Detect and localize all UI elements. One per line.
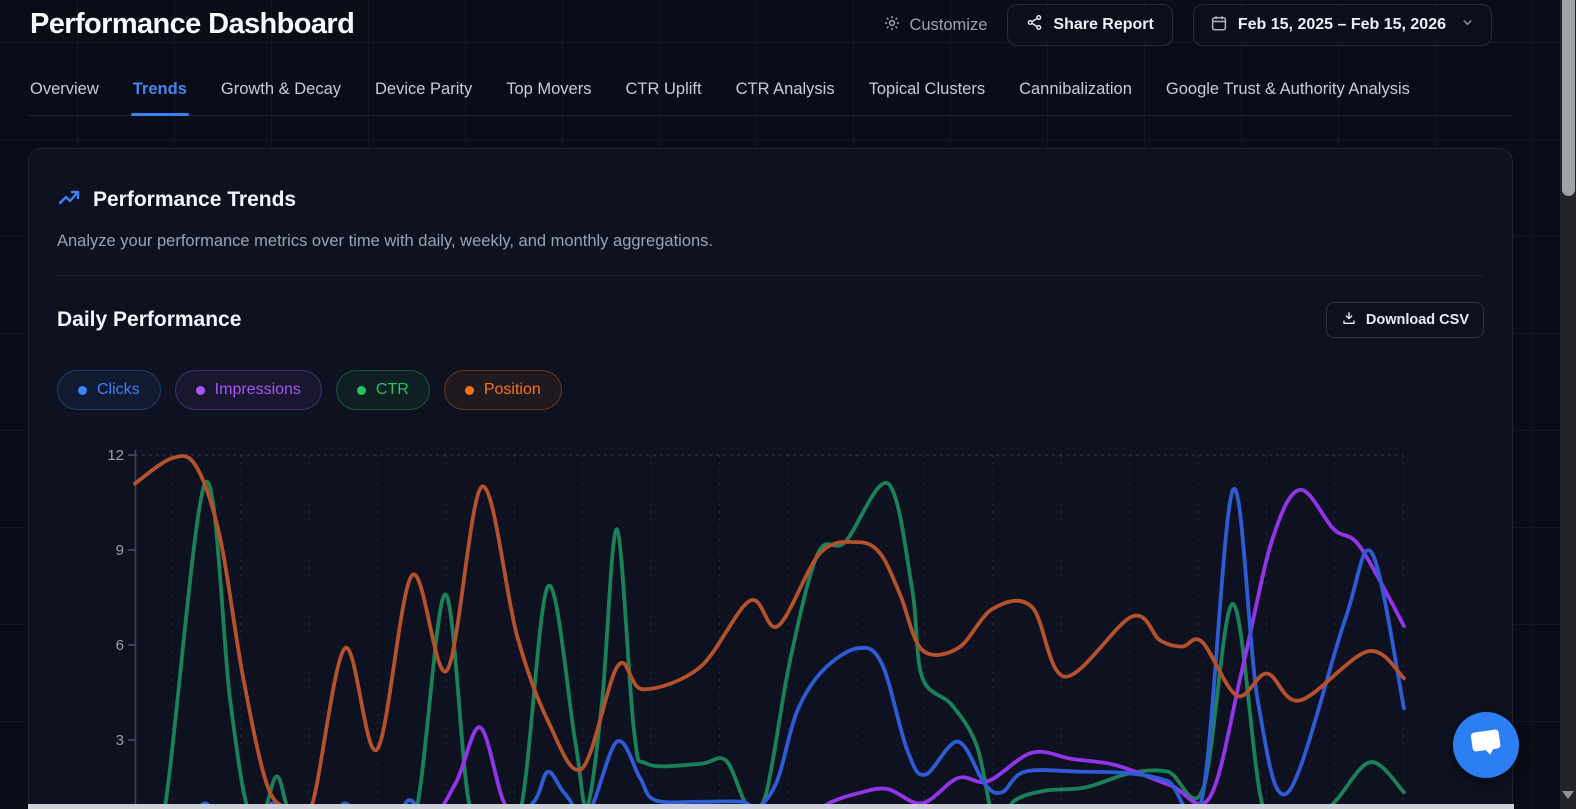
date-range-label: Feb 15, 2025 – Feb 15, 2026 bbox=[1237, 16, 1446, 33]
download-icon bbox=[1341, 310, 1357, 330]
tab-ctr-analysis[interactable]: CTR Analysis bbox=[734, 70, 837, 115]
svg-text:12: 12 bbox=[107, 447, 124, 464]
legend-pill-impressions[interactable]: Impressions bbox=[174, 370, 322, 410]
gear-icon bbox=[883, 14, 901, 37]
share-icon bbox=[1026, 14, 1043, 36]
daily-performance-header: Daily Performance Download CSV bbox=[29, 276, 1512, 338]
scrollbar-down-arrow-icon[interactable] bbox=[1562, 791, 1574, 799]
legend-label-clicks: Clicks bbox=[97, 381, 140, 398]
share-report-button[interactable]: Share Report bbox=[1007, 4, 1173, 46]
top-bar-actions: Customize Share Report Feb 15, 2025 – Fe… bbox=[883, 4, 1492, 46]
tab-bar: Overview Trends Growth & Decay Device Pa… bbox=[28, 70, 1513, 116]
svg-text:3: 3 bbox=[116, 732, 124, 749]
download-csv-label: Download CSV bbox=[1365, 312, 1469, 328]
legend-pill-ctr[interactable]: CTR bbox=[335, 370, 430, 410]
share-report-label: Share Report bbox=[1053, 16, 1154, 33]
ctr-dot-icon bbox=[356, 385, 366, 395]
tab-trends[interactable]: Trends bbox=[130, 70, 189, 116]
tab-device-parity[interactable]: Device Parity bbox=[373, 70, 474, 115]
tab-top-movers[interactable]: Top Movers bbox=[504, 70, 593, 115]
card-header: Performance Trends Analyze your performa… bbox=[29, 149, 1512, 276]
tab-google-trust-authority[interactable]: Google Trust & Authority Analysis bbox=[1164, 70, 1412, 115]
legend-pill-position[interactable]: Position bbox=[443, 370, 562, 410]
legend-label-position: Position bbox=[483, 381, 541, 398]
customize-label: Customize bbox=[909, 15, 988, 34]
scrollbar-thumb[interactable] bbox=[1561, 0, 1575, 196]
legend-pill-clicks[interactable]: Clicks bbox=[57, 370, 161, 410]
trending-up-icon bbox=[57, 185, 81, 214]
legend-label-ctr: CTR bbox=[375, 381, 409, 398]
page-title: Performance Dashboard bbox=[30, 8, 355, 40]
card-title: Performance Trends bbox=[93, 187, 297, 211]
chat-bubble-icon bbox=[1469, 728, 1503, 763]
customize-button[interactable]: Customize bbox=[883, 14, 987, 37]
tab-topical-clusters[interactable]: Topical Clusters bbox=[867, 70, 987, 115]
top-bar: Performance Dashboard Customize Share Re… bbox=[0, 0, 1560, 56]
daily-performance-chart: 12 9 6 3 bbox=[0, 445, 1513, 809]
svg-text:9: 9 bbox=[116, 542, 124, 559]
impressions-dot-icon bbox=[195, 385, 205, 395]
performance-dashboard-page: Performance Dashboard Customize Share Re… bbox=[0, 0, 1576, 809]
svg-text:6: 6 bbox=[116, 637, 124, 654]
card-subtitle: Analyze your performance metrics over ti… bbox=[57, 232, 714, 250]
calendar-icon bbox=[1210, 14, 1228, 37]
chat-widget-button[interactable] bbox=[1453, 712, 1519, 778]
chevron-down-icon bbox=[1460, 15, 1475, 35]
below-fold-content-edge bbox=[28, 804, 1514, 809]
clicks-dot-icon bbox=[78, 385, 87, 395]
position-dot-icon bbox=[464, 385, 474, 395]
tab-growth-decay[interactable]: Growth & Decay bbox=[219, 70, 343, 115]
download-csv-button[interactable]: Download CSV bbox=[1325, 302, 1484, 338]
tab-cannibalization[interactable]: Cannibalization bbox=[1017, 70, 1134, 115]
vertical-scrollbar[interactable] bbox=[1560, 0, 1576, 809]
tab-overview[interactable]: Overview bbox=[28, 70, 101, 115]
daily-performance-title: Daily Performance bbox=[57, 308, 242, 331]
metric-legend: Clicks Impressions CTR Position bbox=[29, 338, 1512, 410]
legend-label-impressions: Impressions bbox=[214, 381, 301, 398]
date-range-picker[interactable]: Feb 15, 2025 – Feb 15, 2026 bbox=[1192, 4, 1492, 46]
tab-ctr-uplift[interactable]: CTR Uplift bbox=[623, 70, 703, 115]
